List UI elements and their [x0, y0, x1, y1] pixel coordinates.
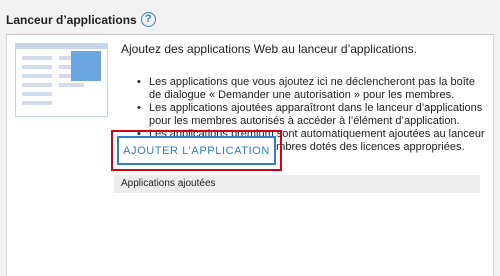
added-apps-table-header: Applications ajoutées: [114, 175, 480, 193]
app-launcher-illustration: [15, 43, 108, 117]
help-icon[interactable]: ?: [140, 12, 156, 27]
intro-text: Ajoutez des applications Web au lanceur …: [121, 42, 417, 56]
section-header: Lanceur d’applications ?: [6, 12, 156, 27]
list-item: Les applications que vous ajoutez ici ne…: [137, 76, 489, 102]
add-application-button[interactable]: AJOUTER L’APPLICATION: [117, 136, 276, 165]
list-item: Les applications ajoutées apparaîtront d…: [137, 102, 489, 128]
page-title: Lanceur d’applications: [6, 12, 137, 27]
